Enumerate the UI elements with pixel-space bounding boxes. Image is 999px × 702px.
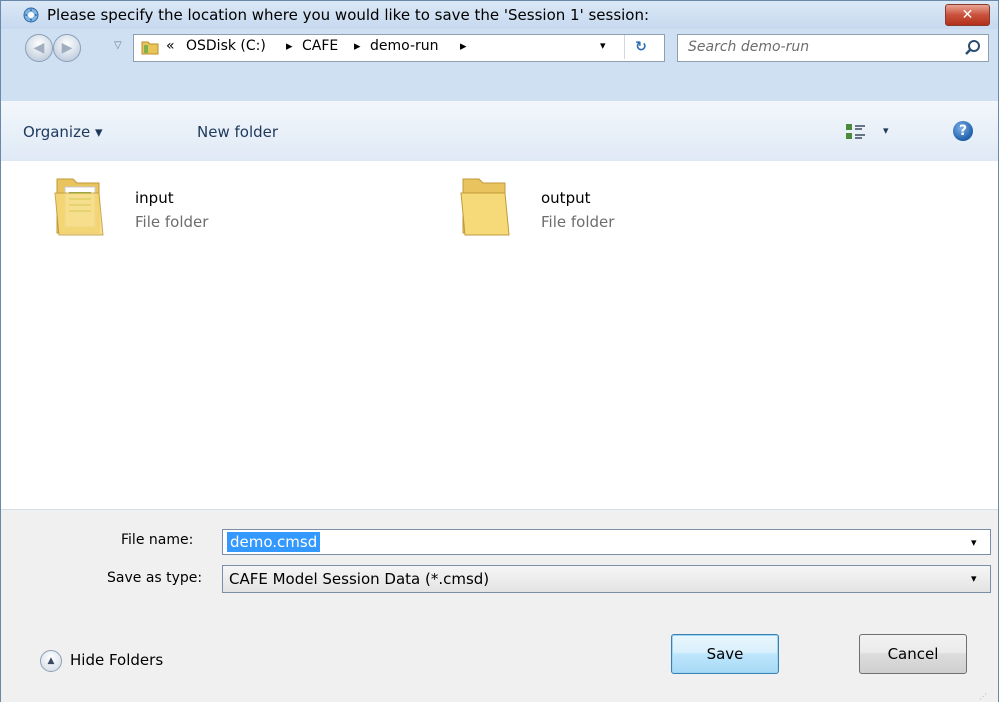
address-bar[interactable]: « OSDisk (C:) ▸ CAFE ▸ demo-run ▸ ▾ ↻: [133, 34, 665, 62]
help-button[interactable]: ?: [953, 121, 973, 141]
savetype-label: Save as type:: [107, 570, 203, 586]
breadcrumb-cafe[interactable]: CAFE: [302, 38, 338, 54]
resize-grip-icon[interactable]: ⋰: [979, 692, 988, 701]
savetype-dropdown-icon[interactable]: ▾: [971, 572, 977, 585]
navigation-bar: ◀ ▶ ▽ « OSDisk (C:) ▸ CAFE ▸ demo-run ▸ …: [1, 29, 998, 63]
item-name: output: [541, 189, 591, 207]
help-icon: ?: [958, 123, 968, 139]
filename-dropdown-icon[interactable]: ▾: [971, 536, 977, 549]
item-type: File folder: [541, 213, 615, 231]
new-folder-button[interactable]: New folder: [197, 123, 278, 141]
refresh-icon: ↻: [635, 39, 647, 55]
save-dialog: Please specify the location where you wo…: [0, 0, 999, 702]
folder-icon: [141, 41, 159, 55]
address-dropdown-icon[interactable]: ▾: [600, 39, 606, 52]
search-icon[interactable]: [964, 39, 982, 57]
hide-folders-icon[interactable]: ▲: [40, 650, 62, 672]
filename-label: File name:: [121, 532, 194, 548]
breadcrumb-overflow-button[interactable]: «: [166, 38, 175, 54]
breadcrumb-osdisk[interactable]: OSDisk (C:): [186, 38, 266, 54]
change-view-icon[interactable]: [845, 123, 867, 141]
chevron-right-icon[interactable]: ▸: [460, 39, 467, 54]
list-item[interactable]: input File folder: [51, 161, 411, 251]
forward-arrow-icon: ▶: [61, 40, 73, 56]
file-list: input File folder output File folder: [1, 161, 998, 509]
save-form: File name: demo.cmsd ▾ Save as type: CAF…: [1, 509, 998, 702]
window-title: Please specify the location where you wo…: [47, 6, 650, 24]
chevron-right-icon[interactable]: ▸: [354, 39, 361, 54]
folder-icon: [460, 178, 510, 236]
savetype-select[interactable]: CAFE Model Session Data (*.cmsd) ▾: [222, 565, 991, 593]
title-bar: Please specify the location where you wo…: [1, 1, 998, 29]
list-item[interactable]: output File folder: [457, 161, 817, 251]
app-icon: [23, 7, 39, 23]
filename-field[interactable]: demo.cmsd ▾: [222, 529, 991, 555]
chevron-right-icon[interactable]: ▸: [286, 39, 293, 54]
forward-button[interactable]: ▶: [53, 34, 81, 62]
back-arrow-icon: ◀: [33, 40, 45, 56]
refresh-button[interactable]: ↻: [624, 35, 657, 59]
close-button[interactable]: ✕: [945, 4, 990, 26]
breadcrumb-demo-run[interactable]: demo-run: [370, 38, 439, 54]
folder-icon: [54, 178, 104, 236]
savetype-value: CAFE Model Session Data (*.cmsd): [229, 570, 490, 588]
filename-value: demo.cmsd: [227, 532, 321, 552]
close-icon: ✕: [961, 7, 974, 23]
search-placeholder: Search demo-run: [688, 39, 810, 55]
item-type: File folder: [135, 213, 209, 231]
views-dropdown-icon[interactable]: ▾: [883, 124, 889, 137]
cancel-button[interactable]: Cancel: [859, 634, 967, 674]
hide-folders-button[interactable]: Hide Folders: [70, 651, 163, 669]
item-name: input: [135, 189, 174, 207]
recent-pages-dropdown-icon[interactable]: ▽: [114, 39, 128, 53]
save-button[interactable]: Save: [671, 634, 779, 674]
back-button[interactable]: ◀: [25, 34, 53, 62]
command-bar: Organize ▾ New folder ▾ ?: [1, 101, 998, 161]
search-input[interactable]: Search demo-run: [677, 34, 989, 62]
organize-menu-button[interactable]: Organize ▾: [23, 123, 103, 141]
